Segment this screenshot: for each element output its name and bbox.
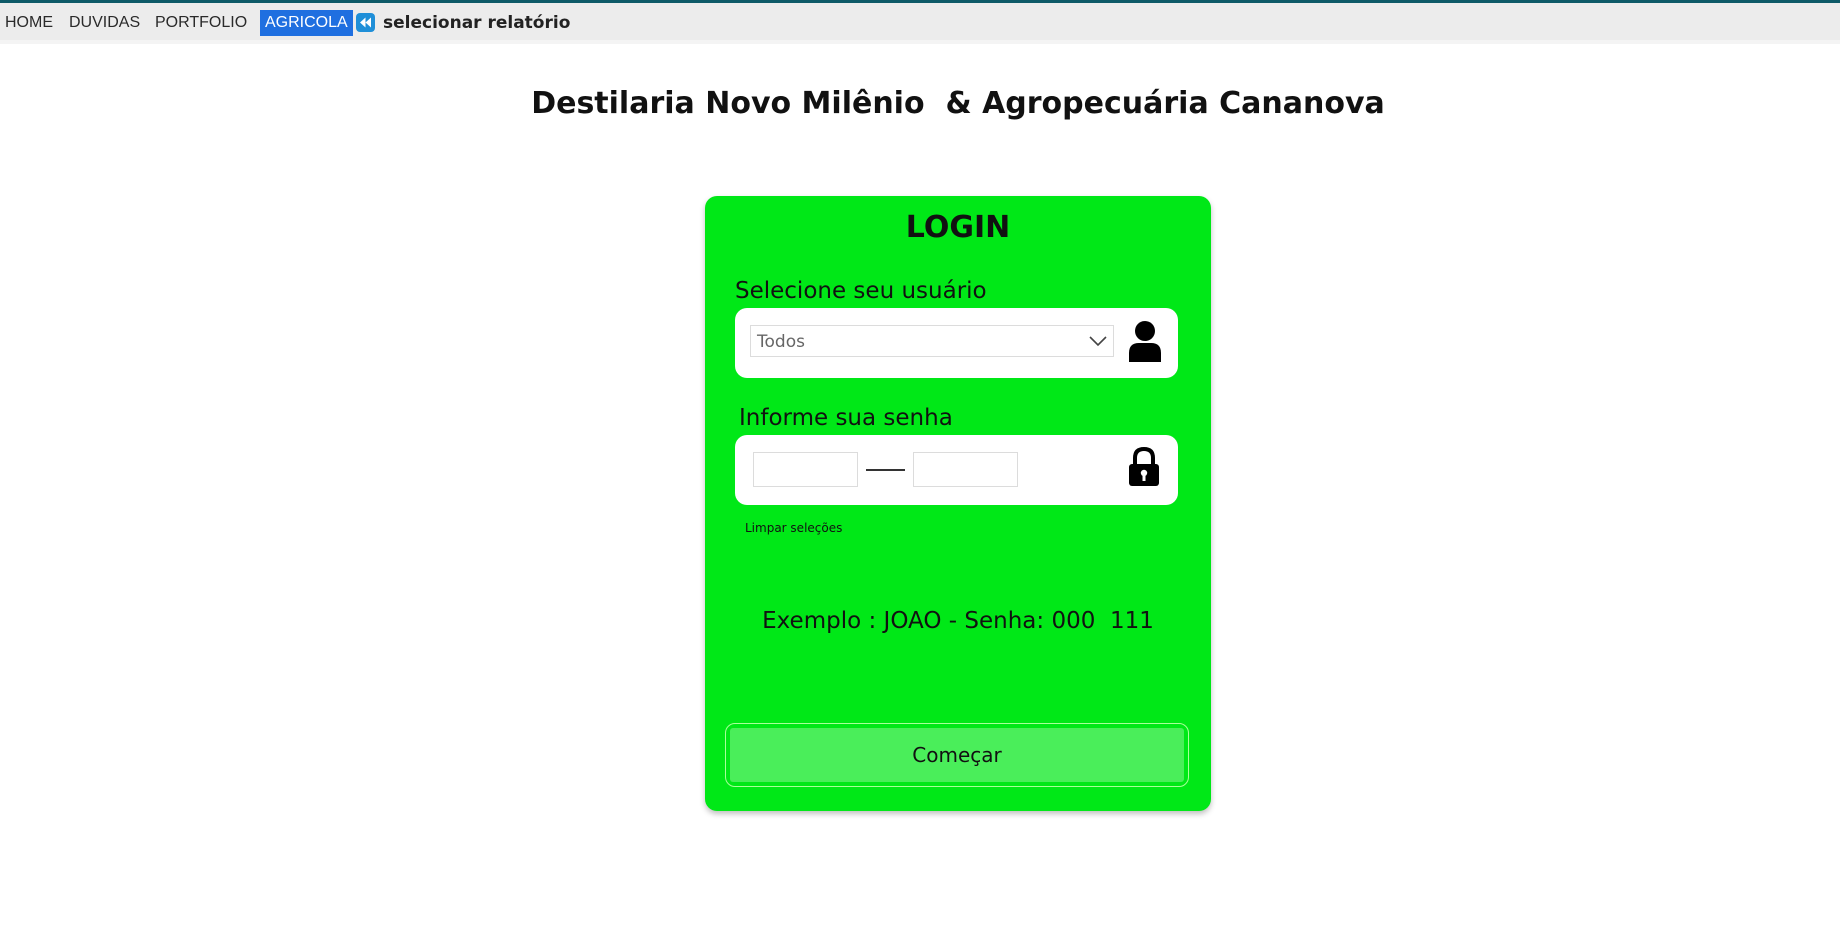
nav-item-agricola[interactable]: AGRICOLA: [260, 10, 353, 36]
login-title: LOGIN: [905, 210, 1011, 245]
chevron-down-icon[interactable]: [1089, 334, 1107, 348]
nav-item-duvidas[interactable]: DUVIDAS: [69, 10, 140, 36]
password-label: Informe sua senha: [739, 405, 953, 431]
user-select[interactable]: Todos: [750, 325, 1114, 357]
select-report-link[interactable]: selecionar relatório: [383, 10, 570, 36]
page-title: Destilaria Novo Milênio & Agropecuária C…: [531, 86, 1385, 121]
user-field-box: Todos: [735, 308, 1178, 378]
user-icon: [1129, 321, 1161, 362]
user-label: Selecione seu usuário: [735, 278, 987, 304]
password-input-part2[interactable]: [913, 452, 1018, 487]
top-navbar: HOME DUVIDAS PORTFOLIO AGRICOLA selecion…: [0, 0, 1840, 40]
nav-item-home[interactable]: HOME: [5, 10, 53, 36]
start-button[interactable]: Começar: [730, 728, 1184, 782]
lock-icon: [1129, 447, 1159, 486]
nav-item-portfolio[interactable]: PORTFOLIO: [155, 10, 247, 36]
rewind-icon[interactable]: [356, 13, 375, 32]
clear-selections-link[interactable]: Limpar seleções: [745, 521, 842, 535]
start-button-frame: Começar: [725, 723, 1189, 787]
navbar-shadow: [0, 40, 1840, 44]
password-separator: [866, 469, 905, 471]
password-field-box: [735, 435, 1178, 505]
login-card: LOGIN Selecione seu usuário Todos Inform…: [705, 196, 1211, 811]
example-credentials: Exemplo : JOAO - Senha: 000 111: [762, 608, 1154, 634]
user-select-value: Todos: [757, 332, 805, 352]
password-input-part1[interactable]: [753, 452, 858, 487]
